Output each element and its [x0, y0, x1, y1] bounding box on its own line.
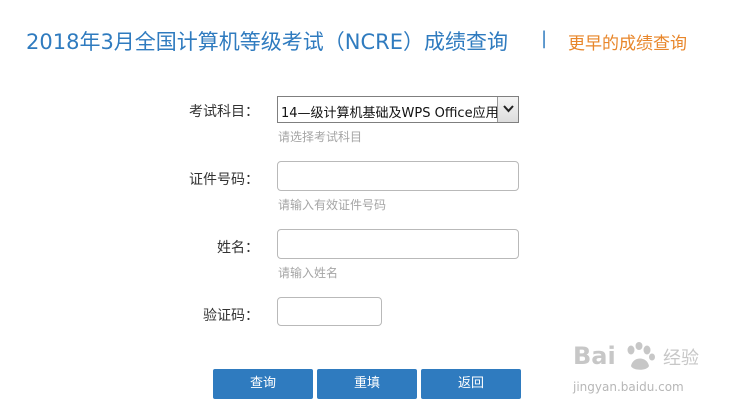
earlier-results-link[interactable]: 更早的成绩查询 [568, 29, 687, 54]
subject-label: 考试科目： [189, 104, 259, 120]
watermark-brand: Bai [573, 342, 616, 370]
name-hint: 请输入姓名 [278, 266, 339, 280]
subject-hint: 请选择考试科目 [278, 130, 363, 144]
captcha-input[interactable] [277, 297, 382, 326]
id-number-label: 证件号码： [189, 172, 259, 188]
chevron-down-icon[interactable] [497, 97, 518, 122]
baidu-jingyan-watermark: Bai 经验 jingyan.baidu.com [573, 340, 743, 410]
watermark-url: jingyan.baidu.com [573, 380, 684, 394]
id-number-input[interactable] [277, 161, 519, 191]
paw-icon [627, 342, 655, 370]
id-number-hint: 请输入有效证件号码 [278, 198, 387, 212]
name-input[interactable] [277, 229, 519, 259]
query-button[interactable]: 查询 [213, 369, 313, 399]
name-label: 姓名： [217, 240, 259, 256]
subject-select[interactable]: 14—级计算机基础及WPS Office应用 [277, 96, 519, 123]
watermark-brand-secondary: 经验 [663, 348, 699, 369]
subject-select-value: 14—级计算机基础及WPS Office应用 [281, 106, 499, 121]
captcha-label: 验证码： [203, 308, 259, 324]
back-button[interactable]: 返回 [421, 369, 521, 399]
page-title: 2018年3月全国计算机等级考试（NCRE）成绩查询 [26, 30, 509, 54]
header-separator: | [541, 28, 548, 49]
reset-button[interactable]: 重填 [317, 369, 417, 399]
page-header: 2018年3月全国计算机等级考试（NCRE）成绩查询 | 更早的成绩查询 [0, 22, 746, 58]
